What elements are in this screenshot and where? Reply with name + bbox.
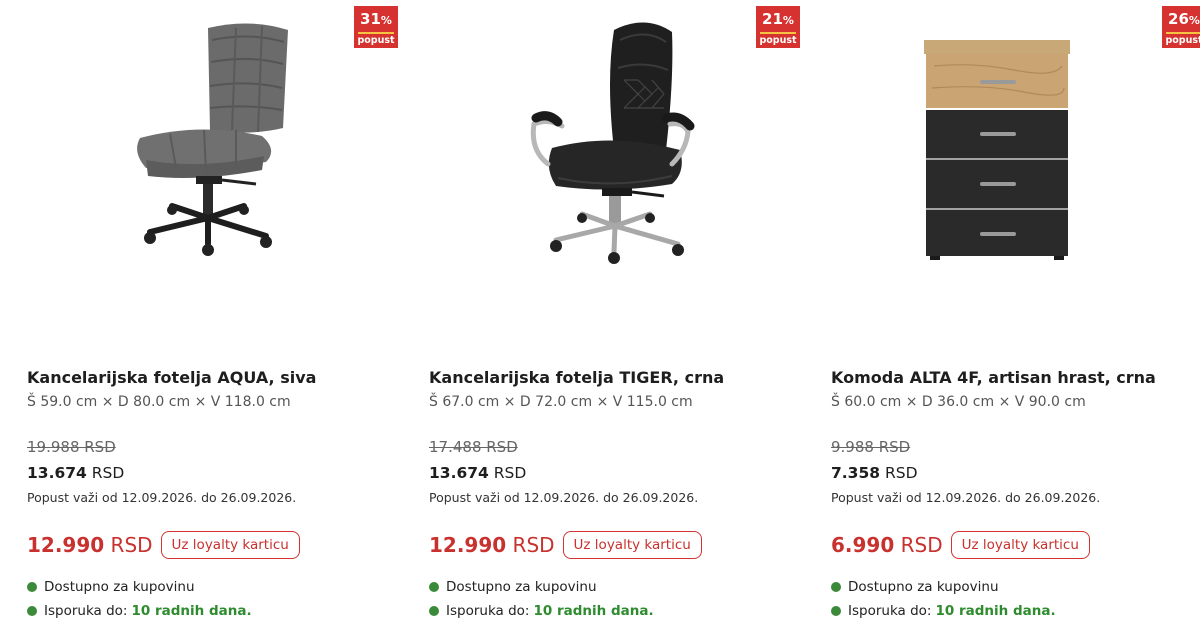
loyalty-price-row: 12.990 RSD Uz loyalty karticu: [429, 531, 702, 559]
new-price-currency: RSD: [493, 464, 527, 482]
discount-percent-sign: %: [1188, 14, 1200, 27]
availability-text: Dostupno za kupovinu: [848, 579, 999, 595]
available-dot-icon: [429, 582, 439, 592]
product-card-tiger[interactable]: 21% popust Kancelarijska fotelja TIGER, …: [429, 0, 809, 627]
loyalty-price-currency: RSD: [900, 533, 943, 557]
product-dimensions: Š 67.0 cm × D 72.0 cm × V 115.0 cm: [429, 394, 693, 410]
loyalty-price: 6.990 RSD: [831, 533, 943, 557]
product-title[interactable]: Kancelarijska fotelja AQUA, siva: [27, 368, 316, 387]
loyalty-card-button[interactable]: Uz loyalty karticu: [160, 531, 300, 559]
product-card-aqua[interactable]: 31% popust Kancelarijska fotelja AQUA, s…: [27, 0, 407, 627]
delivery-dot-icon: [429, 606, 439, 616]
discount-percent: 26: [1168, 10, 1189, 28]
loyalty-price-amount: 12.990: [429, 533, 507, 557]
discount-validity: Popust važi od 12.09.2026. do 26.09.2026…: [831, 490, 1101, 505]
availability-status: Dostupno za kupovinu: [429, 579, 597, 595]
new-price-currency: RSD: [884, 464, 918, 482]
delivery-status: Isporuka do: 10 radnih dana.: [831, 603, 1056, 619]
availability-text: Dostupno za kupovinu: [44, 579, 195, 595]
product-image-link[interactable]: 21% popust: [402, 0, 804, 340]
old-price: 19.988 RSD: [27, 438, 116, 456]
new-price-currency: RSD: [91, 464, 125, 482]
availability-text: Dostupno za kupovinu: [446, 579, 597, 595]
discount-badge: 26% popust: [1162, 6, 1200, 48]
new-price: 7.358 RSD: [831, 464, 918, 482]
loyalty-price: 12.990 RSD: [27, 533, 153, 557]
discount-label: popust: [759, 35, 797, 46]
new-price-amount: 13.674: [27, 464, 87, 482]
discount-label: popust: [357, 35, 395, 46]
delivery-label: Isporuka do:: [446, 603, 530, 619]
delivery-dot-icon: [831, 606, 841, 616]
black-executive-chair-image: [530, 22, 695, 264]
product-image-link[interactable]: 31% popust: [0, 0, 402, 340]
delivery-status: Isporuka do: 10 radnih dana.: [27, 603, 252, 619]
loyalty-price-currency: RSD: [110, 533, 153, 557]
delivery-label: Isporuka do:: [44, 603, 128, 619]
loyalty-price-row: 12.990 RSD Uz loyalty karticu: [27, 531, 300, 559]
grey-office-chair-image: [137, 23, 288, 256]
delivery-label: Isporuka do:: [848, 603, 932, 619]
available-dot-icon: [27, 582, 37, 592]
discount-label: popust: [1165, 35, 1200, 46]
delivery-days: 10 radnih dana.: [131, 603, 252, 619]
discount-percent-sign: %: [380, 14, 392, 27]
loyalty-card-button[interactable]: Uz loyalty karticu: [950, 531, 1090, 559]
available-dot-icon: [831, 582, 841, 592]
new-price-amount: 7.358: [831, 464, 881, 482]
new-price: 13.674 RSD: [429, 464, 526, 482]
product-card-alta[interactable]: 26% popust Komoda ALTA 4F, artisan hrast…: [831, 0, 1200, 627]
loyalty-price-amount: 6.990: [831, 533, 895, 557]
old-price: 9.988 RSD: [831, 438, 911, 456]
availability-status: Dostupno za kupovinu: [831, 579, 999, 595]
loyalty-price-row: 6.990 RSD Uz loyalty karticu: [831, 531, 1090, 559]
delivery-days: 10 radnih dana.: [533, 603, 654, 619]
discount-validity: Popust važi od 12.09.2026. do 26.09.2026…: [429, 490, 699, 505]
availability-status: Dostupno za kupovinu: [27, 579, 195, 595]
discount-percent: 31: [360, 10, 381, 28]
loyalty-card-button[interactable]: Uz loyalty karticu: [562, 531, 702, 559]
discount-percent: 21: [762, 10, 783, 28]
discount-percent-sign: %: [782, 14, 794, 27]
product-dimensions: Š 60.0 cm × D 36.0 cm × V 90.0 cm: [831, 394, 1086, 410]
delivery-days: 10 radnih dana.: [935, 603, 1056, 619]
discount-badge: 21% popust: [756, 6, 800, 48]
product-title[interactable]: Komoda ALTA 4F, artisan hrast, crna: [831, 368, 1156, 387]
loyalty-price-currency: RSD: [512, 533, 555, 557]
loyalty-price: 12.990 RSD: [429, 533, 555, 557]
loyalty-price-amount: 12.990: [27, 533, 105, 557]
discount-badge: 31% popust: [354, 6, 398, 48]
chest-of-drawers-image: [924, 40, 1070, 260]
delivery-status: Isporuka do: 10 radnih dana.: [429, 603, 654, 619]
discount-validity: Popust važi od 12.09.2026. do 26.09.2026…: [27, 490, 297, 505]
product-image-link[interactable]: 26% popust: [804, 0, 1200, 340]
new-price: 13.674 RSD: [27, 464, 124, 482]
delivery-dot-icon: [27, 606, 37, 616]
product-dimensions: Š 59.0 cm × D 80.0 cm × V 118.0 cm: [27, 394, 291, 410]
old-price: 17.488 RSD: [429, 438, 518, 456]
new-price-amount: 13.674: [429, 464, 489, 482]
product-title[interactable]: Kancelarijska fotelja TIGER, crna: [429, 368, 724, 387]
